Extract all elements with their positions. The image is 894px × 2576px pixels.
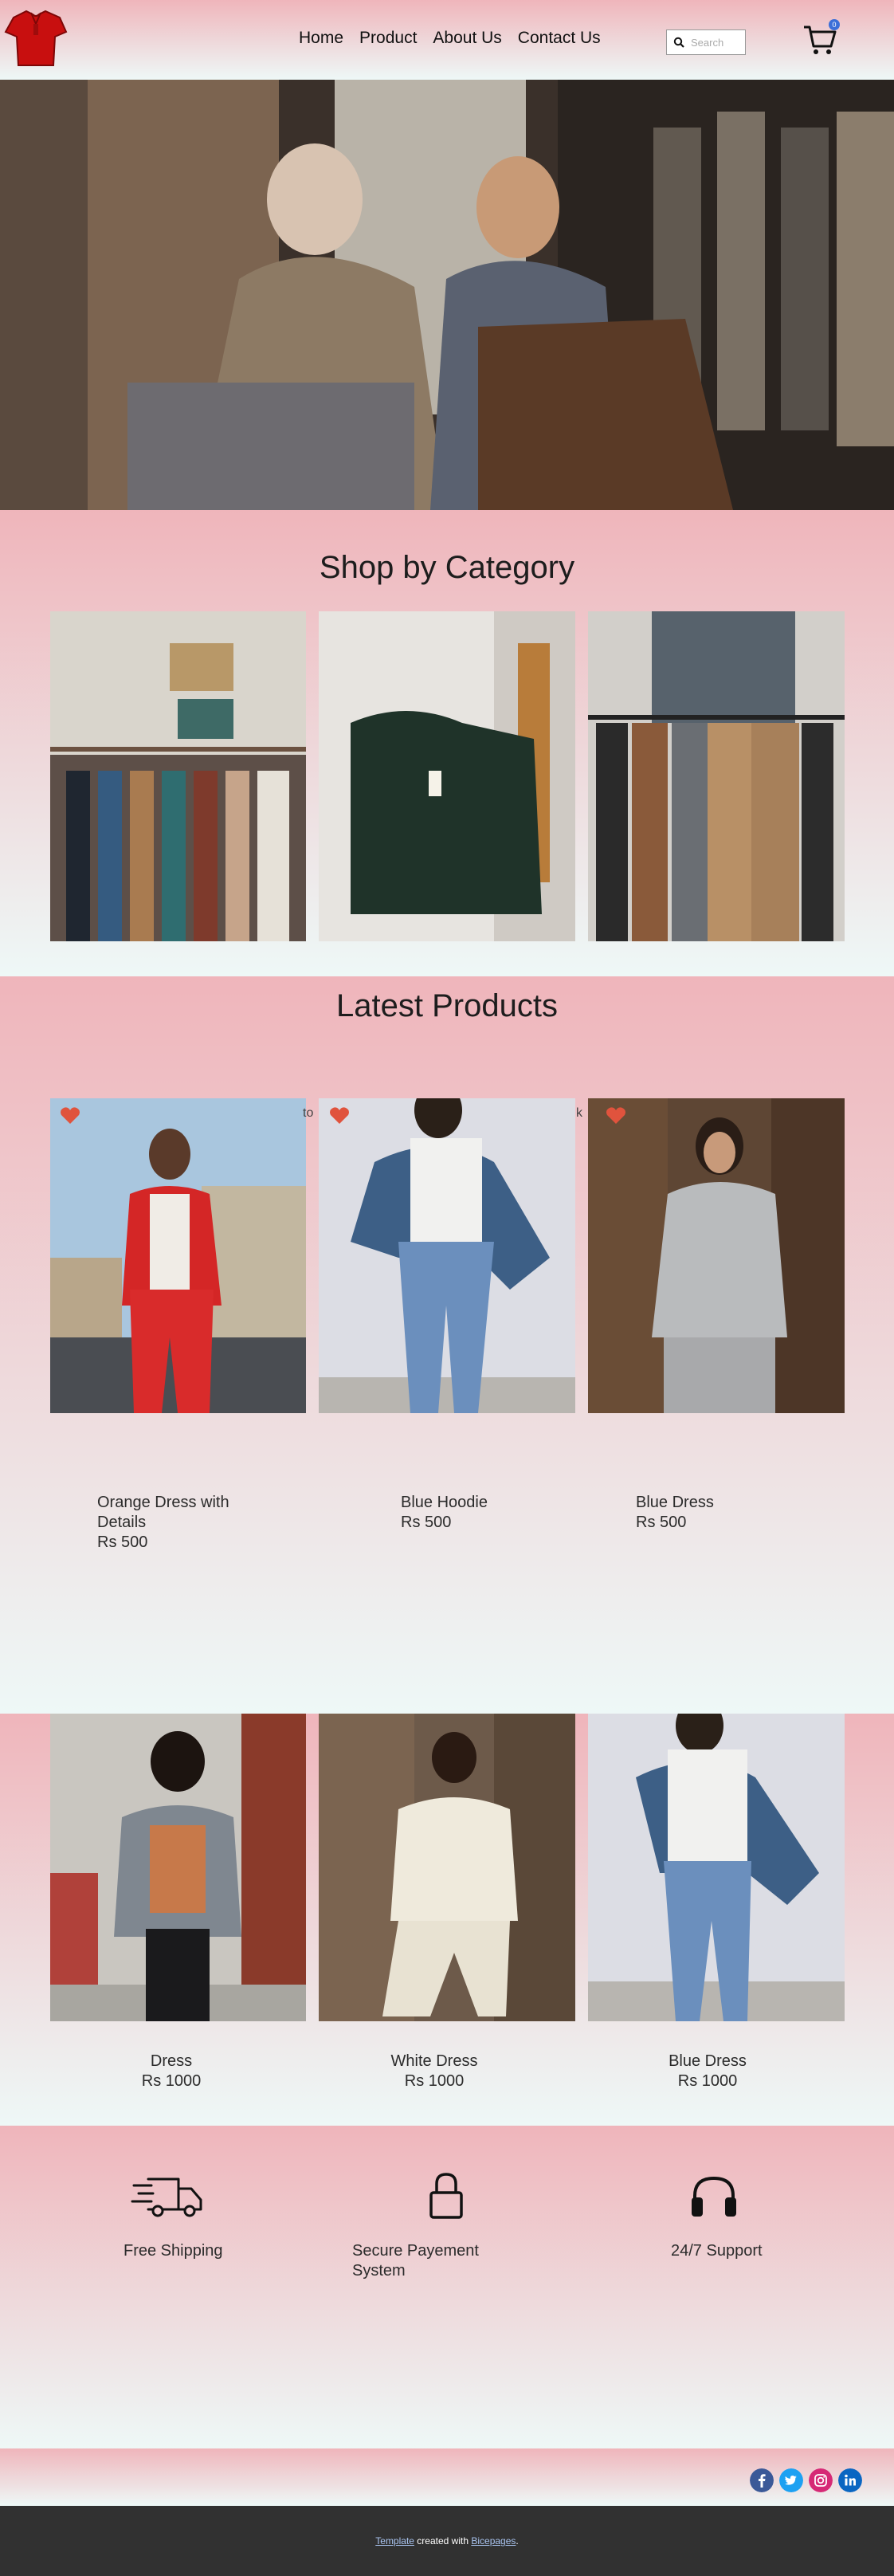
category-image-3[interactable] [588, 611, 845, 941]
hero-banner [0, 80, 894, 510]
feature-label: Free Shipping [124, 2242, 223, 2260]
product-name: Blue Dress [636, 1494, 714, 1511]
features-section: Free Shipping Secure Payement System 24/… [0, 2126, 894, 2448]
nav-contact-link[interactable]: Contact Us [518, 29, 601, 48]
latest-products-section: Latest Products to k Orange Dress with D… [0, 976, 894, 1714]
site-footer: Template created with Bicepages. [0, 2506, 894, 2576]
overflow-text-fragment: to [303, 1106, 314, 1120]
nav-home-link[interactable]: Home [299, 29, 343, 48]
product-image-5[interactable] [319, 1714, 575, 2021]
linkedin-icon[interactable] [838, 2468, 862, 2492]
product-info-4: Dress Rs 1000 [50, 2052, 292, 2091]
category-image-2[interactable] [319, 611, 575, 941]
wishlist-heart-icon[interactable] [60, 1106, 80, 1125]
footer-credit: Template created with Bicepages. [0, 2535, 894, 2547]
nav-about-link[interactable]: About Us [433, 29, 501, 48]
product-name: White Dress [390, 2052, 478, 2070]
social-bar [0, 2448, 894, 2506]
product-image-6[interactable] [588, 1714, 845, 2021]
product-info-2: Blue Hoodie Rs 500 [401, 1493, 560, 1533]
feature-label: Secure Payement System [352, 2242, 479, 2280]
product-image-3[interactable] [588, 1098, 845, 1413]
product-price: Rs 1000 [141, 2072, 202, 2090]
red-shirt-logo-icon[interactable] [2, 6, 69, 70]
builder-link[interactable]: Bicepages [471, 2535, 516, 2547]
hero-image [0, 80, 894, 510]
category-title: Shop by Category [319, 550, 575, 585]
site-header: Home Product About Us Contact Us 0 [0, 0, 894, 80]
main-nav: Home Product About Us Contact Us [299, 29, 601, 48]
footer-credit-text: created with [414, 2535, 472, 2547]
product-name: Blue Hoodie [401, 1494, 488, 1511]
twitter-icon[interactable] [779, 2468, 803, 2492]
nav-product-link[interactable]: Product [359, 29, 417, 48]
instagram-icon[interactable] [809, 2468, 833, 2492]
search-icon [673, 37, 684, 48]
facebook-icon[interactable] [750, 2468, 774, 2492]
feature-label: 24/7 Support [671, 2242, 763, 2260]
product-price: Rs 500 [97, 1533, 148, 1551]
product-price: Rs 500 [636, 1514, 687, 1531]
product-info-1: Orange Dress with Details Rs 500 [97, 1493, 257, 1553]
product-price: Rs 1000 [404, 2072, 465, 2090]
product-name: Blue Dress [669, 2052, 747, 2070]
headphones-icon [692, 2176, 736, 2217]
wishlist-heart-icon[interactable] [329, 1106, 350, 1125]
category-image-1[interactable] [50, 611, 306, 941]
more-products-section: Dress Rs 1000 White Dress Rs 1000 Blue D… [0, 1714, 894, 2126]
search-box[interactable] [666, 29, 746, 55]
product-image-2[interactable] [319, 1098, 575, 1413]
wishlist-heart-icon[interactable] [606, 1106, 626, 1125]
overflow-text-fragment: k [576, 1106, 582, 1120]
category-section: Shop by Category [0, 510, 894, 976]
product-name: Orange Dress with Details [97, 1494, 229, 1531]
product-info-6: Blue Dress Rs 1000 [588, 2052, 827, 2091]
product-price: Rs 1000 [677, 2072, 738, 2090]
template-link[interactable]: Template [375, 2535, 414, 2547]
latest-title: Latest Products [336, 988, 558, 1023]
product-name: Dress [150, 2052, 193, 2070]
product-image-4[interactable] [50, 1714, 306, 2021]
product-image-1[interactable] [50, 1098, 306, 1413]
lock-icon [429, 2173, 463, 2219]
product-info-5: White Dress Rs 1000 [319, 2052, 550, 2091]
product-info-3: Blue Dress Rs 500 [636, 1493, 795, 1533]
search-input[interactable] [691, 36, 743, 49]
truck-icon [131, 2177, 202, 2217]
footer-credit-end: . [516, 2535, 519, 2547]
cart-count-badge: 0 [829, 19, 840, 30]
product-price: Rs 500 [401, 1514, 452, 1531]
